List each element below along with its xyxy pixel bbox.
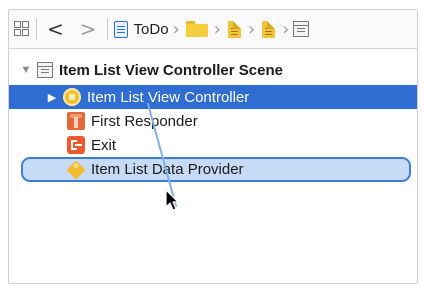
jump-bar: < > ToDo › › › › bbox=[9, 10, 417, 49]
document-outline: ▼ Item List View Controller Scene ▶ Item… bbox=[9, 55, 417, 182]
toolbar-separator bbox=[36, 18, 37, 40]
breadcrumb-chevron-icon: › bbox=[282, 18, 290, 40]
breadcrumb-chevron-icon: › bbox=[247, 18, 256, 40]
related-items-grid-icon[interactable] bbox=[14, 21, 30, 37]
outline-item-label: Exit bbox=[91, 136, 117, 154]
scene-icon[interactable] bbox=[293, 21, 310, 37]
breadcrumb-project[interactable]: ToDo bbox=[113, 10, 169, 48]
breadcrumb-chevron-icon: › bbox=[213, 18, 221, 40]
outline-item-label: Item List View Controller bbox=[87, 88, 250, 106]
breadcrumb-chevron-icon: › bbox=[172, 18, 180, 40]
document-outline-panel: < > ToDo › › › › ▼ Item List View Contro… bbox=[8, 9, 418, 284]
object-cube-icon bbox=[66, 159, 86, 180]
project-file-icon bbox=[113, 20, 128, 38]
exit-icon bbox=[67, 136, 85, 154]
folder-icon[interactable] bbox=[185, 21, 208, 37]
outline-item-label: First Responder bbox=[91, 112, 198, 130]
storyboard-file-icon[interactable] bbox=[227, 20, 241, 38]
storyboard-base-file-icon[interactable] bbox=[262, 20, 276, 38]
scene-row[interactable]: ▼ Item List View Controller Scene bbox=[9, 55, 417, 85]
breadcrumb-project-label: ToDo bbox=[133, 20, 169, 38]
forward-chevron-icon[interactable]: > bbox=[80, 17, 97, 41]
back-chevron-icon[interactable]: < bbox=[47, 17, 64, 41]
outline-item-label: Item List Data Provider bbox=[91, 161, 244, 178]
toolbar-separator bbox=[106, 18, 108, 40]
disclosure-triangle-expanded-icon[interactable]: ▼ bbox=[19, 64, 33, 76]
disclosure-triangle-collapsed-icon[interactable]: ▶ bbox=[45, 91, 59, 104]
outline-item-first-responder[interactable]: First Responder bbox=[9, 109, 417, 133]
outline-item-view-controller[interactable]: ▶ Item List View Controller bbox=[9, 85, 417, 109]
first-responder-icon bbox=[67, 112, 85, 130]
outline-item-exit[interactable]: Exit bbox=[9, 133, 417, 157]
view-controller-icon bbox=[63, 88, 81, 106]
outline-item-data-provider[interactable]: Item List Data Provider bbox=[21, 157, 411, 182]
scene-title: Item List View Controller Scene bbox=[59, 61, 283, 79]
scene-icon bbox=[37, 62, 53, 78]
